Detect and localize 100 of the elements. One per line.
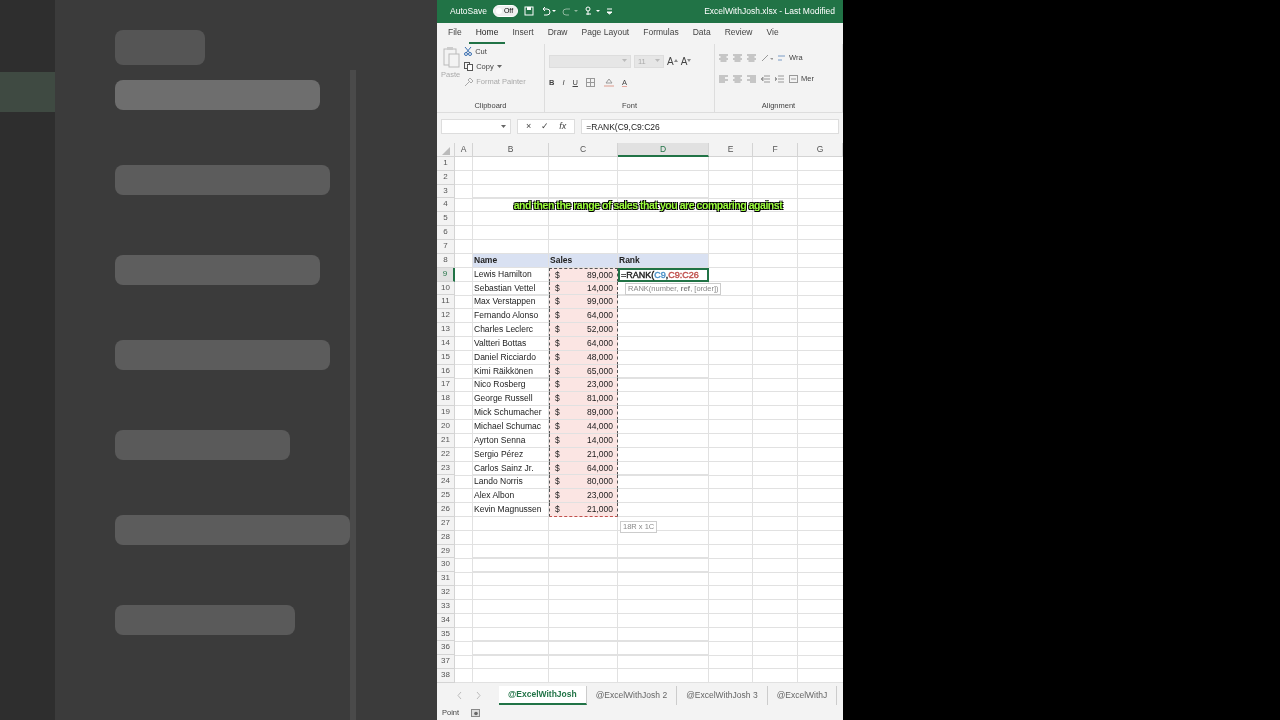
sales-amount: 89,000 (587, 406, 613, 419)
ribbon-tab[interactable]: Formulas (636, 23, 686, 44)
currency-symbol: $ (555, 489, 560, 503)
currency-symbol: $ (555, 461, 560, 475)
row-header[interactable]: 4 (437, 198, 455, 213)
font-name-field[interactable] (549, 54, 631, 68)
customize-icon[interactable] (606, 6, 614, 17)
formula-field[interactable]: =RANK(C9,C9:C26 (581, 119, 839, 135)
row-header[interactable]: 7 (437, 240, 455, 254)
row-header[interactable]: 31 (437, 572, 455, 587)
column-header[interactable]: D (618, 142, 709, 157)
copy-icon (464, 62, 474, 72)
row-header[interactable]: 11 (437, 295, 455, 310)
currency-symbol: $ (555, 447, 560, 461)
insert-function-button[interactable]: fx (559, 120, 567, 134)
row-header[interactable]: 37 (437, 655, 455, 670)
redo-icon[interactable] (562, 6, 579, 17)
sheet-tab[interactable]: @ExcelWithJosh 2 (586, 686, 678, 705)
middle-align-icon[interactable] (733, 53, 742, 62)
currency-symbol: $ (555, 309, 560, 323)
row-header[interactable]: 36 (437, 641, 455, 656)
sales-amount: 23,000 (587, 489, 613, 503)
currency-symbol: $ (555, 323, 560, 336)
column-header[interactable]: A (455, 142, 473, 157)
sales-amount: 65,000 (587, 364, 613, 378)
ribbon-tab[interactable]: File (441, 23, 469, 44)
row-header[interactable]: 13 (437, 323, 455, 337)
merge-icon (789, 74, 798, 83)
shrink-font-button[interactable]: A (680, 53, 692, 69)
undo-icon[interactable] (540, 6, 557, 17)
row-header[interactable]: 6 (437, 226, 455, 240)
align-left-icon[interactable] (719, 74, 728, 83)
sheet-tab[interactable]: @ExcelWithJosh (499, 686, 587, 705)
row-header[interactable]: 5 (437, 212, 455, 227)
borders-icon[interactable] (585, 78, 596, 88)
cancel-button[interactable]: × (526, 120, 532, 134)
caret-icon (501, 124, 506, 129)
sales-amount: 64,000 (587, 336, 613, 350)
sales-amount: 80,000 (587, 475, 613, 489)
sheet-tab[interactable]: @ExcelWithJosh 3 (677, 686, 768, 705)
previous-sheet-icon[interactable] (457, 692, 462, 699)
currency-symbol: $ (555, 406, 560, 419)
decrease-indent-icon[interactable] (761, 74, 770, 83)
sales-amount: 14,000 (587, 281, 613, 295)
sales-amount: 48,000 (587, 350, 613, 364)
currency-symbol: $ (555, 281, 560, 295)
caret-icon (655, 59, 660, 64)
row-header[interactable]: 32 (437, 586, 455, 600)
row-header[interactable]: 24 (437, 475, 455, 490)
sales-amount: 23,000 (587, 378, 613, 392)
currency-symbol: $ (555, 336, 560, 350)
formula-cell[interactable]: =RANK(C9,C9:C26 (618, 267, 709, 282)
ribbon-tab[interactable]: Review (717, 23, 760, 44)
grow-font-button[interactable]: A (667, 53, 678, 69)
row-header[interactable]: 30 (437, 558, 455, 573)
orientation-icon[interactable] (761, 53, 773, 62)
wrap-text-icon (778, 53, 786, 62)
row-header[interactable]: 26 (437, 503, 455, 517)
sales-amount: 52,000 (587, 323, 613, 336)
row-header[interactable]: 17 (437, 378, 455, 393)
enter-button[interactable]: ✓ (541, 120, 550, 134)
align-center-icon[interactable] (733, 74, 742, 83)
column-header[interactable]: B (473, 142, 549, 157)
sales-amount: 99,000 (587, 295, 613, 309)
macro-record-icon[interactable] (471, 708, 481, 717)
save-icon[interactable] (524, 6, 535, 17)
row-header[interactable]: 25 (437, 489, 455, 504)
currency-symbol: $ (555, 475, 560, 489)
file-title: ExcelWithJosh.xlsx - Last Modified (704, 5, 835, 18)
name-box[interactable] (441, 119, 511, 135)
column-header[interactable]: G (798, 142, 843, 157)
row-header[interactable]: 18 (437, 392, 455, 407)
sales-amount: 64,000 (587, 309, 613, 323)
row-header[interactable]: 12 (437, 309, 455, 324)
ribbon-tab[interactable]: Data (685, 23, 718, 44)
ribbon-tab[interactable]: Vie (759, 23, 786, 44)
ribbon-tab[interactable]: Insert (505, 23, 541, 44)
bottom-align-icon[interactable] (747, 53, 756, 62)
sales-amount: 44,000 (587, 419, 613, 433)
column-header[interactable]: C (549, 142, 618, 157)
caption-text: and then the range of sales that you are comparing against (512, 197, 784, 213)
sales-amount: 64,000 (587, 461, 613, 475)
ribbon-tab[interactable]: Page Layout (574, 23, 637, 44)
currency-symbol: $ (555, 268, 560, 281)
row-header[interactable]: 38 (437, 669, 455, 683)
fill-color-icon[interactable] (603, 78, 614, 88)
sales-amount: 81,000 (587, 392, 613, 406)
row-header[interactable]: 19 (437, 406, 455, 420)
next-sheet-icon[interactable] (476, 692, 481, 699)
sales-amount: 21,000 (587, 503, 613, 516)
increase-indent-icon[interactable] (775, 74, 784, 83)
column-header[interactable]: E (709, 142, 753, 157)
sheet-tab[interactable]: @ExcelWithJ (767, 686, 838, 705)
top-align-icon[interactable] (719, 53, 728, 62)
currency-symbol: $ (555, 295, 560, 309)
ribbon-tab[interactable]: Draw (540, 23, 575, 44)
align-right-icon[interactable] (747, 74, 756, 83)
caret-icon (496, 64, 502, 69)
column-header[interactable]: F (753, 142, 798, 157)
currency-symbol: $ (555, 392, 560, 406)
